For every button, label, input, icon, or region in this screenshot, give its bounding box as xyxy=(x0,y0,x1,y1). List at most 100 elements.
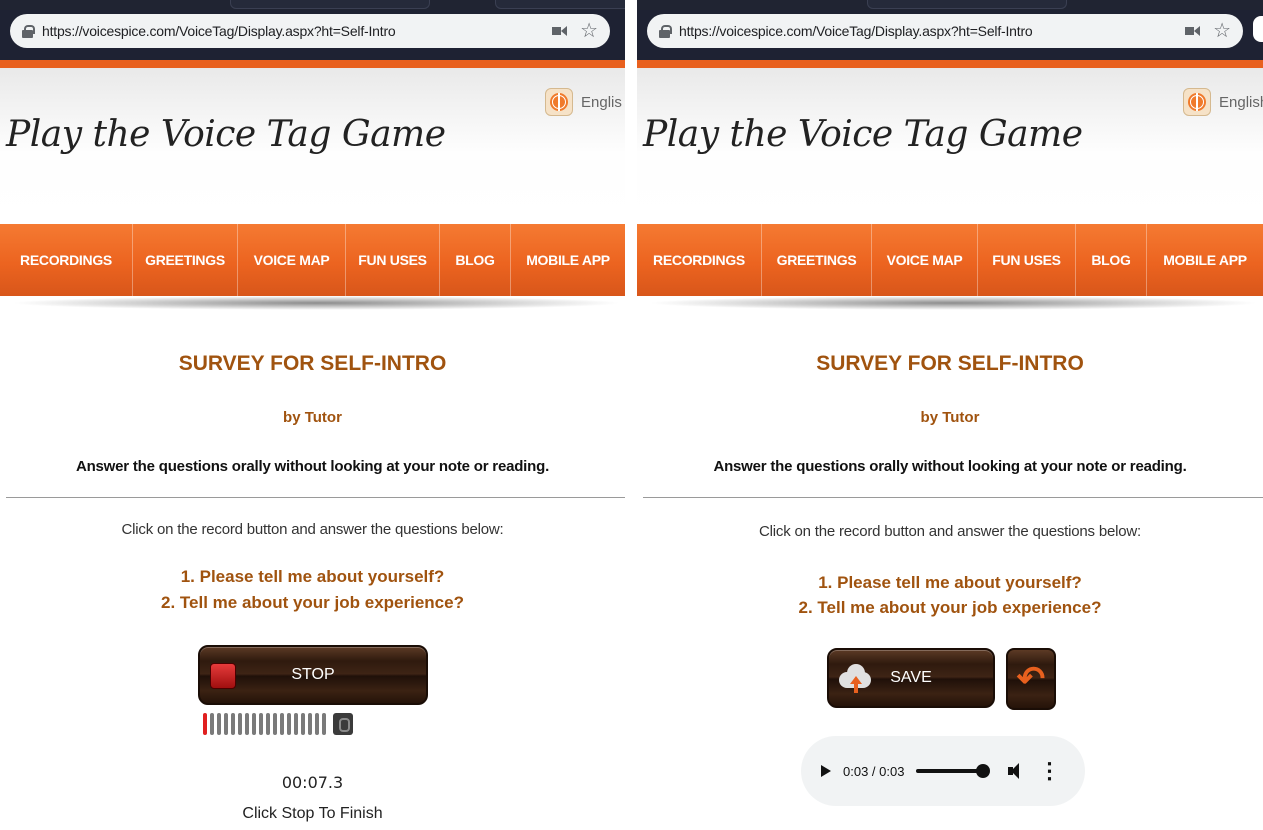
language-label: English xyxy=(1219,93,1263,111)
question-1: 1. Please tell me about yourself? xyxy=(180,567,445,586)
meter-bar xyxy=(301,713,305,735)
meter-bar xyxy=(273,713,277,735)
top-accent-bar xyxy=(0,60,625,68)
stop-label: STOP xyxy=(291,666,335,683)
tab-strip xyxy=(0,0,625,10)
nav-item-recordings[interactable]: RECORDINGS xyxy=(637,224,762,296)
screenshot-comparison: https://voicespice.com/VoiceTag/Display.… xyxy=(0,0,1263,830)
bookmark-star-icon[interactable]: ☆ xyxy=(580,21,598,41)
camera-icon[interactable] xyxy=(552,26,568,36)
nav-item-greetings[interactable]: GREETINGS xyxy=(133,224,238,296)
meter-bar xyxy=(322,713,326,735)
meter-bar xyxy=(210,713,214,735)
undo-button[interactable]: ↶ xyxy=(1006,648,1056,710)
language-selector[interactable]: English xyxy=(1183,88,1263,116)
play-icon[interactable] xyxy=(821,765,831,777)
site-logo[interactable]: Play the Voice Tag Game xyxy=(643,114,1083,155)
undo-arrow-icon: ↶ xyxy=(1016,660,1046,698)
nav-shadow xyxy=(10,296,623,310)
nav-item-blog[interactable]: BLOG xyxy=(440,224,511,296)
meter-bar xyxy=(231,713,235,735)
browser-toolbar: https://voicespice.com/VoiceTag/Display.… xyxy=(637,0,1263,60)
divider-line xyxy=(643,497,1263,498)
meter-bar xyxy=(287,713,291,735)
meter-bar xyxy=(308,713,312,735)
nav-item-fun-uses[interactable]: FUN USES xyxy=(978,224,1076,296)
site-logo[interactable]: Play the Voice Tag Game xyxy=(6,114,446,155)
record-prompt: Click on the record button and answer th… xyxy=(121,521,504,538)
question-1: 1. Please tell me about yourself? xyxy=(818,573,1082,592)
globe-icon xyxy=(545,88,573,116)
question-2: 2. Tell me about your job experience? xyxy=(161,593,464,612)
meter-bar xyxy=(245,713,249,735)
meter-bar xyxy=(294,713,298,735)
record-status: Click Stop To Finish xyxy=(242,805,383,822)
audio-progress-slider[interactable] xyxy=(916,764,991,778)
browser-tab[interactable] xyxy=(230,0,430,9)
url-text: https://voicespice.com/VoiceTag/Display.… xyxy=(679,23,1033,39)
meter-bar xyxy=(217,713,221,735)
survey-author: by Tutor xyxy=(283,409,342,426)
main-nav: RECORDINGS GREETINGS VOICE MAP FUN USES … xyxy=(637,224,1263,296)
camera-icon[interactable] xyxy=(1185,26,1201,36)
language-label: Englis xyxy=(581,93,622,111)
lock-icon xyxy=(659,24,672,38)
survey-instruction: Answer the questions orally without look… xyxy=(75,458,550,475)
right-panel: https://voicespice.com/VoiceTag/Display.… xyxy=(637,0,1263,830)
url-text: https://voicespice.com/VoiceTag/Display.… xyxy=(42,23,396,39)
meter-bar xyxy=(224,713,228,735)
browser-tab[interactable] xyxy=(495,0,625,9)
top-accent-bar xyxy=(637,60,1263,68)
address-bar[interactable]: https://voicespice.com/VoiceTag/Display.… xyxy=(647,14,1243,48)
record-indicator-icon xyxy=(210,663,236,689)
address-bar[interactable]: https://voicespice.com/VoiceTag/Display.… xyxy=(10,14,610,48)
nav-item-blog[interactable]: BLOG xyxy=(1076,224,1147,296)
audio-player[interactable]: 0:03 / 0:03 ⋮ xyxy=(801,736,1085,806)
survey-instruction: Answer the questions orally without look… xyxy=(713,458,1187,475)
nav-item-fun-uses[interactable]: FUN USES xyxy=(346,224,440,296)
record-prompt: Click on the record button and answer th… xyxy=(759,523,1141,540)
meter-bar xyxy=(252,713,256,735)
meter-bar xyxy=(259,713,263,735)
meter-bar xyxy=(280,713,284,735)
main-nav: RECORDINGS GREETINGS VOICE MAP FUN USES … xyxy=(0,224,625,296)
survey-title: SURVEY FOR SELF-INTRO xyxy=(178,352,447,375)
save-button[interactable]: SAVE xyxy=(827,648,995,708)
left-panel: https://voicespice.com/VoiceTag/Display.… xyxy=(0,0,625,830)
globe-icon xyxy=(1183,88,1211,116)
bookmark-star-icon[interactable]: ☆ xyxy=(1213,21,1231,41)
meter-bar xyxy=(203,713,207,735)
audio-level-meter xyxy=(203,713,353,735)
meter-bar xyxy=(315,713,319,735)
nav-shadow xyxy=(647,296,1261,310)
address-bar-icons: ☆ xyxy=(552,21,598,41)
nav-item-mobile-app[interactable]: MOBILE APP xyxy=(511,224,625,296)
address-bar-icons: ☆ xyxy=(1185,21,1231,41)
volume-icon[interactable] xyxy=(1008,762,1026,780)
survey-title: SURVEY FOR SELF-INTRO xyxy=(816,352,1084,375)
browser-tab[interactable] xyxy=(867,0,1067,9)
meter-bar xyxy=(266,713,270,735)
microphone-icon[interactable] xyxy=(333,713,353,735)
browser-toolbar: https://voicespice.com/VoiceTag/Display.… xyxy=(0,0,625,60)
nav-item-mobile-app[interactable]: MOBILE APP xyxy=(1147,224,1263,296)
nav-item-recordings[interactable]: RECORDINGS xyxy=(0,224,133,296)
lock-icon xyxy=(22,24,35,38)
divider-line xyxy=(6,497,625,498)
audio-time: 0:03 / 0:03 xyxy=(843,763,905,779)
more-options-icon[interactable]: ⋮ xyxy=(1038,760,1060,782)
nav-item-greetings[interactable]: GREETINGS xyxy=(762,224,872,296)
nav-item-voice-map[interactable]: VOICE MAP xyxy=(238,224,346,296)
tab-strip xyxy=(637,0,1263,10)
nav-item-voice-map[interactable]: VOICE MAP xyxy=(872,224,978,296)
panel-divider xyxy=(625,0,637,830)
meter-bar xyxy=(238,713,242,735)
question-2: 2. Tell me about your job experience? xyxy=(798,598,1102,617)
cloud-upload-icon xyxy=(839,662,871,694)
language-selector[interactable]: Englis xyxy=(545,88,622,116)
save-label: SAVE xyxy=(890,669,932,686)
record-timer: 00:07.3 xyxy=(281,773,344,792)
survey-author: by Tutor xyxy=(920,409,980,426)
profile-icon[interactable] xyxy=(1253,16,1263,42)
stop-button[interactable]: STOP xyxy=(198,645,428,705)
